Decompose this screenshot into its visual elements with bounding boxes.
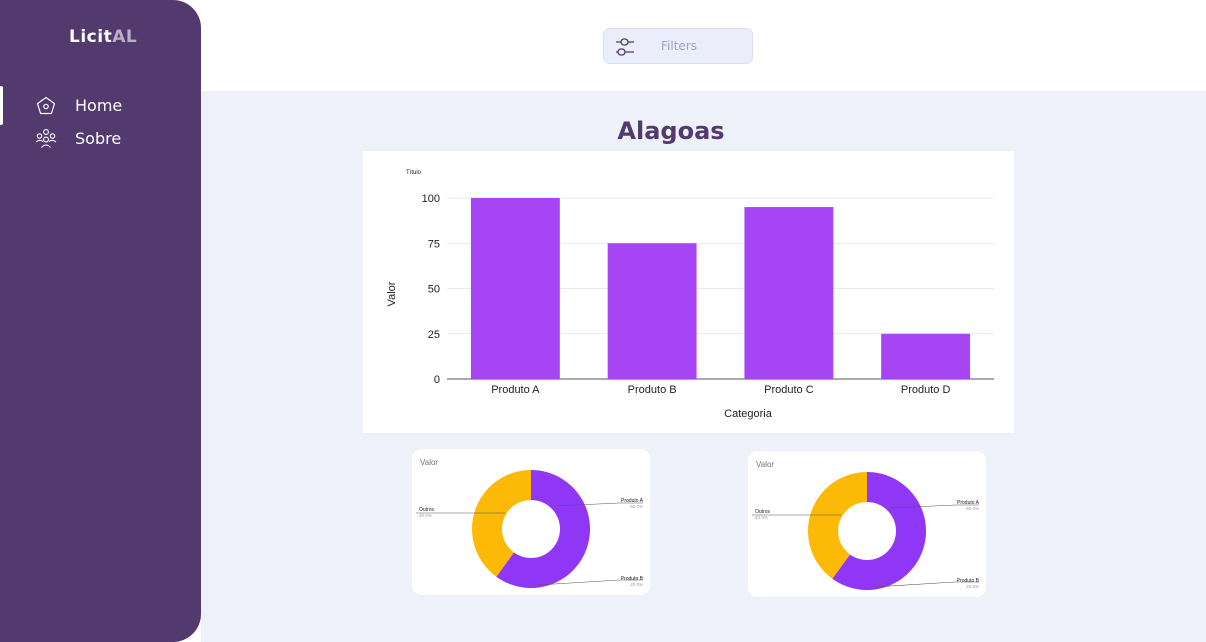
slice-percent: 60.0% xyxy=(630,504,643,509)
slice-percent: 60.0% xyxy=(966,506,979,511)
chart-title: Valor xyxy=(756,460,774,469)
y-tick-label: 100 xyxy=(422,193,440,205)
brand-name-part2: AL xyxy=(112,27,138,47)
home-icon xyxy=(35,95,57,117)
sidebar: LicitAL Home Sobre xyxy=(0,0,201,642)
donut-chart-card: Valor Produto A 60.0% Outros 40.0% Produto B2… xyxy=(412,449,650,595)
brand-name-part1: Licit xyxy=(69,27,113,47)
filters-button[interactable]: Filters xyxy=(603,28,753,64)
bar-chart-card: Título 0 25 50 75 100 Produto A Produto B Prod… xyxy=(363,151,1014,433)
x-tick-label: Produto B xyxy=(628,384,677,396)
slice-percent: 40.0% xyxy=(419,513,432,518)
sliders-icon xyxy=(615,37,635,57)
slice-percent: 40.0% xyxy=(755,515,768,520)
app-window: LicitAL Home Sobre Filters Alagoas Títul… xyxy=(0,0,1206,642)
bar[interactable] xyxy=(607,243,697,379)
bar[interactable] xyxy=(744,207,834,379)
x-tick-label: Produto D xyxy=(901,384,951,396)
donut-chart: ValorProduto A60.0%Outros40.0%Produto B2… xyxy=(416,458,644,588)
x-axis-label: Categoria xyxy=(724,408,773,420)
slice-percent: 20.0% xyxy=(966,584,979,589)
slice-percent: 20.0% xyxy=(630,582,643,587)
top-bar: Filters xyxy=(201,0,1206,91)
filters-label: Filters xyxy=(661,39,697,53)
y-tick-label: 50 xyxy=(428,284,440,296)
bar[interactable] xyxy=(470,198,560,379)
page-title: Alagoas xyxy=(617,117,725,145)
group-icon xyxy=(35,128,57,150)
sidebar-item-sobre[interactable]: Sobre xyxy=(0,126,201,152)
y-tick-label: 0 xyxy=(434,374,440,386)
y-tick-label: 25 xyxy=(428,329,440,341)
main-content: Alagoas Título 0 25 50 75 100 Produto A Produ… xyxy=(201,91,1206,642)
y-axis-label: Valor xyxy=(386,281,398,306)
sidebar-item-home[interactable]: Home xyxy=(0,93,201,119)
donut-chart: ValorProduto A60.0%Outros40.0%Produto B2… xyxy=(752,460,980,590)
x-tick-label: Produto A xyxy=(491,384,540,396)
sidebar-item-label: Home xyxy=(75,96,123,115)
sidebar-item-label: Sobre xyxy=(75,129,122,148)
brand-logo[interactable]: LicitAL xyxy=(69,27,137,47)
chart-title: Valor xyxy=(420,458,438,467)
bar-chart: Título 0 25 50 75 100 Produto A Produto B Prod… xyxy=(386,170,994,420)
donut-chart-card: Valor Produto A 60.0% Outros 40.0% Produto B2… xyxy=(748,451,986,597)
x-tick-label: Produto C xyxy=(764,384,814,396)
chart-title: Título xyxy=(406,170,422,176)
bar[interactable] xyxy=(881,333,971,379)
y-tick-label: 75 xyxy=(428,238,440,250)
